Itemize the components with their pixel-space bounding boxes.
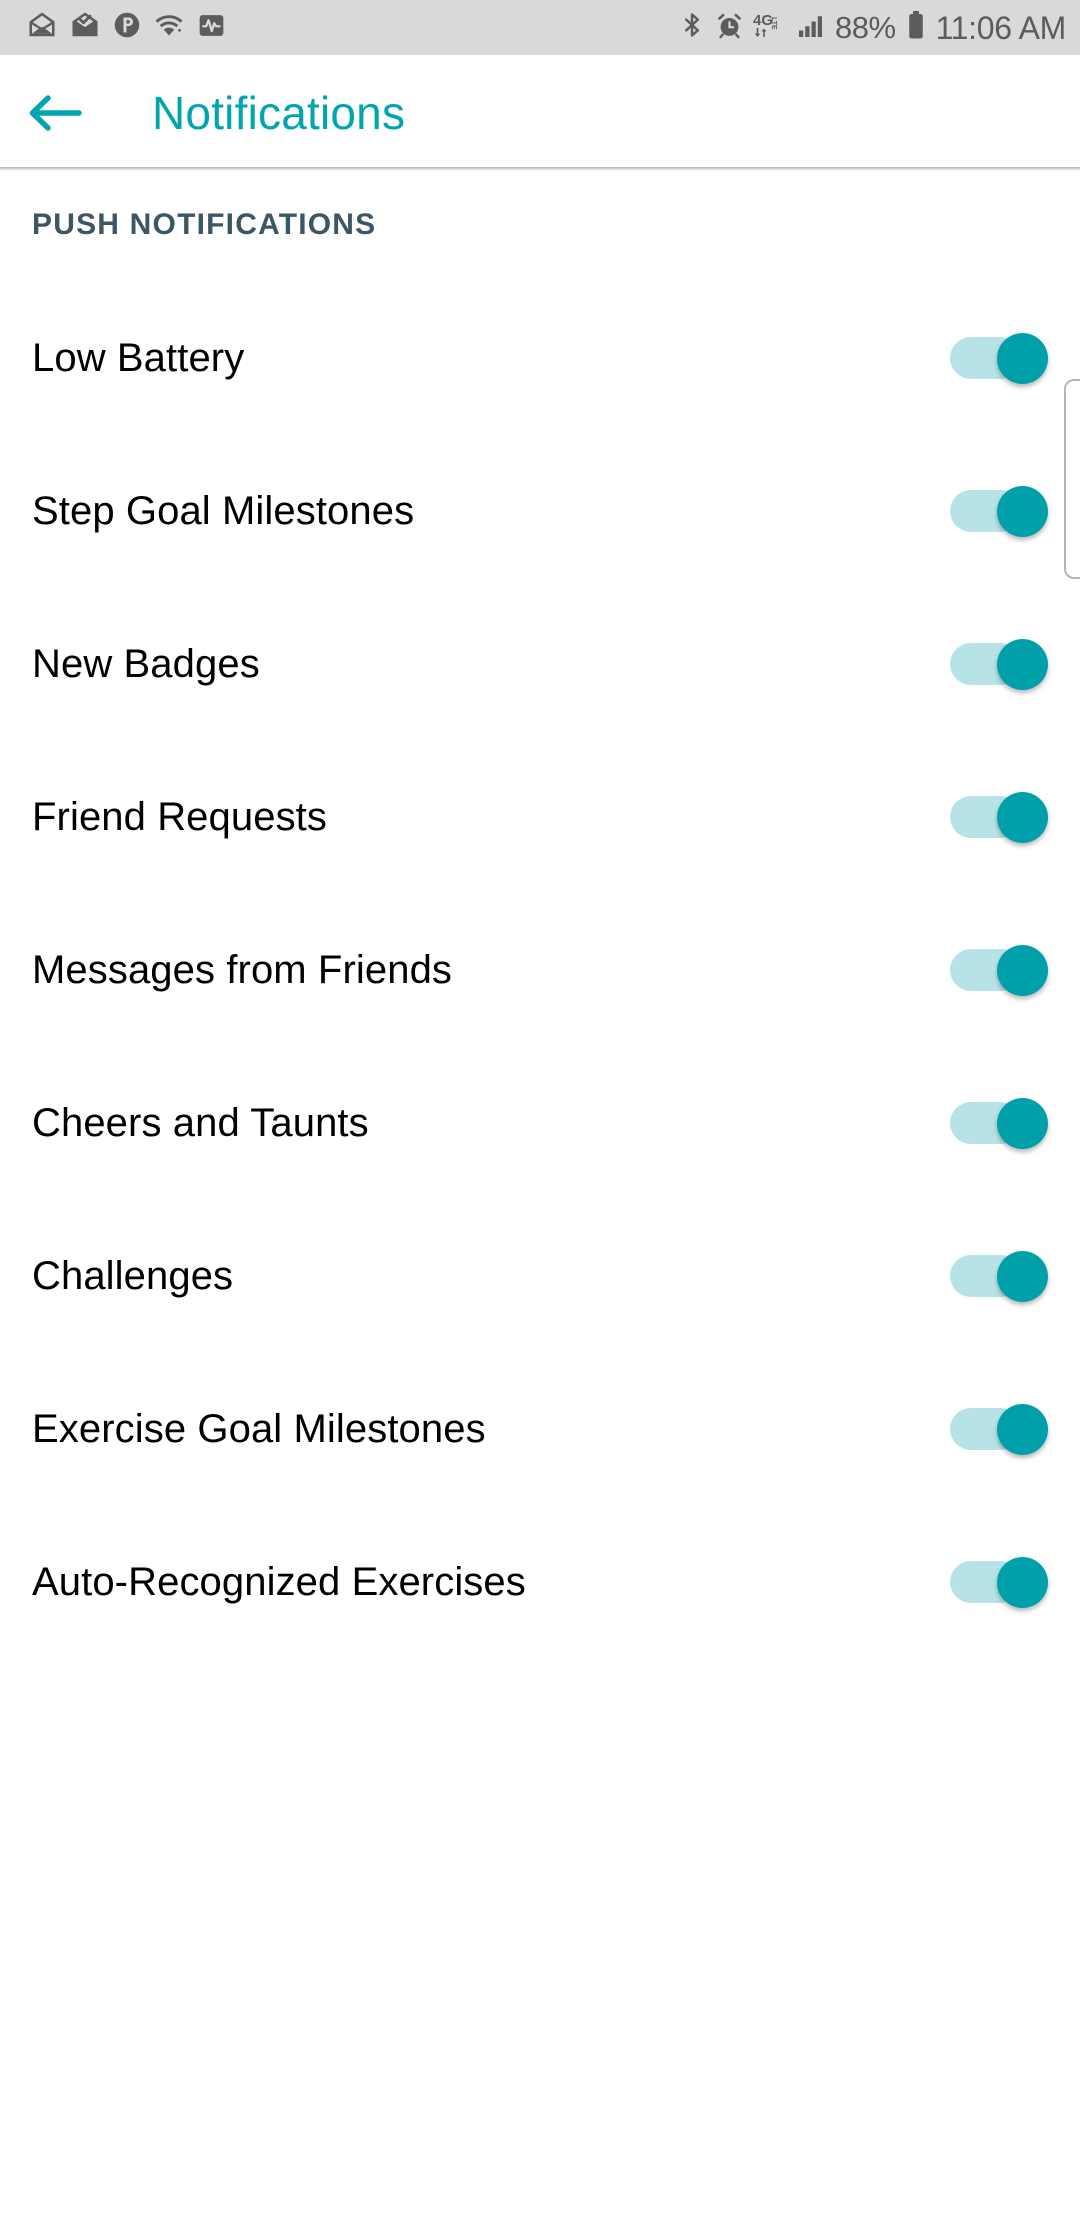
settings-scroll-area[interactable]: PUSH NOTIFICATIONS Low Battery Step Goal … bbox=[0, 171, 1080, 2220]
notification-row-label: Low Battery bbox=[32, 338, 244, 378]
notification-toggle[interactable] bbox=[950, 1557, 1048, 1607]
toggle-thumb bbox=[997, 333, 1048, 384]
notification-toggle[interactable] bbox=[950, 639, 1048, 689]
notification-toggle[interactable] bbox=[950, 1098, 1048, 1148]
section-header-push-notifications: PUSH NOTIFICATIONS bbox=[32, 208, 376, 242]
status-bar-left-icons bbox=[27, 10, 226, 45]
vertical-scrollbar[interactable] bbox=[1064, 379, 1080, 579]
mail-open-check-icon bbox=[70, 10, 100, 45]
notification-row[interactable]: Messages from Friends bbox=[0, 893, 1080, 1046]
notification-toggle[interactable] bbox=[950, 945, 1048, 995]
battery-percent-label: 88% bbox=[835, 12, 896, 43]
mail-icon bbox=[27, 10, 57, 45]
notification-toggle[interactable] bbox=[950, 1404, 1048, 1454]
notification-row[interactable]: Auto-Recognized Exercises bbox=[0, 1505, 1080, 1658]
notification-row-label: Challenges bbox=[32, 1256, 233, 1296]
status-bar-right-icons: 4G LTE 88% 11:06 AM bbox=[678, 10, 1066, 45]
notification-row[interactable]: New Badges bbox=[0, 587, 1080, 740]
notification-row[interactable]: Cheers and Taunts bbox=[0, 1046, 1080, 1199]
notification-row-label: Messages from Friends bbox=[32, 950, 452, 990]
toggle-thumb bbox=[997, 1098, 1048, 1149]
battery-icon bbox=[905, 10, 927, 45]
back-button[interactable] bbox=[0, 55, 110, 170]
notification-row[interactable]: Exercise Goal Milestones bbox=[0, 1352, 1080, 1505]
toggle-thumb bbox=[997, 792, 1048, 843]
notification-row-label: Step Goal Milestones bbox=[32, 491, 414, 531]
activity-monitor-icon bbox=[197, 11, 226, 45]
toggle-thumb bbox=[997, 1251, 1048, 1302]
back-arrow-icon bbox=[27, 90, 83, 136]
notification-toggle[interactable] bbox=[950, 792, 1048, 842]
notification-row[interactable]: Friend Requests bbox=[0, 740, 1080, 893]
notification-row-label: Cheers and Taunts bbox=[32, 1103, 369, 1143]
notification-row[interactable]: Low Battery bbox=[0, 281, 1080, 434]
toggle-thumb bbox=[997, 639, 1048, 690]
notification-toggle[interactable] bbox=[950, 333, 1048, 383]
status-bar: 4G LTE 88% 11:06 AM bbox=[0, 0, 1080, 55]
notification-toggle[interactable] bbox=[950, 486, 1048, 536]
toggle-thumb bbox=[997, 945, 1048, 996]
notification-toggle[interactable] bbox=[950, 1251, 1048, 1301]
notification-settings-list: Low Battery Step Goal Milestones New Badge… bbox=[0, 281, 1080, 1658]
notification-row-label: Friend Requests bbox=[32, 797, 327, 837]
notification-row-label: Exercise Goal Milestones bbox=[32, 1409, 486, 1449]
notification-row[interactable]: Step Goal Milestones bbox=[0, 434, 1080, 587]
app-header: Notifications bbox=[0, 55, 1080, 170]
toggle-thumb bbox=[997, 1557, 1048, 1608]
bluetooth-icon bbox=[678, 11, 706, 44]
notification-row[interactable]: Challenges bbox=[0, 1199, 1080, 1352]
toggle-thumb bbox=[997, 1404, 1048, 1455]
status-bar-clock: 11:06 AM bbox=[936, 12, 1066, 44]
wifi-icon bbox=[154, 10, 184, 45]
toggle-thumb bbox=[997, 486, 1048, 537]
page-title: Notifications bbox=[152, 86, 405, 140]
svg-text:LTE: LTE bbox=[770, 17, 777, 30]
network-4glte-icon: 4G LTE bbox=[753, 10, 787, 45]
notification-row-label: New Badges bbox=[32, 644, 260, 684]
signal-bars-icon bbox=[796, 10, 826, 45]
alarm-clock-icon bbox=[715, 11, 744, 45]
pandora-icon bbox=[113, 11, 141, 44]
notification-row-label: Auto-Recognized Exercises bbox=[32, 1562, 526, 1602]
